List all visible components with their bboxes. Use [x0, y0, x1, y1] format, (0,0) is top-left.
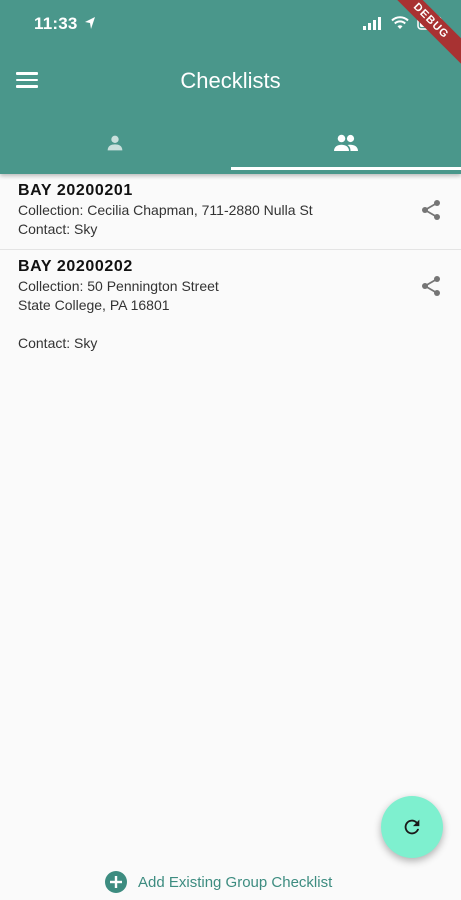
add-circle-icon — [105, 871, 127, 893]
status-bar: 11:33 DEBUG — [0, 0, 461, 70]
person-icon — [107, 135, 123, 151]
tab-bar — [0, 112, 461, 174]
checklist-collection: Collection: 50 Pennington Street — [18, 278, 219, 294]
toolbar: Checklists — [0, 50, 461, 112]
checklist-list: BAY 20200201 Collection: Cecilia Chapman… — [0, 174, 461, 363]
tab-personal[interactable] — [0, 112, 231, 174]
refresh-icon — [404, 819, 420, 835]
tab-group[interactable] — [230, 112, 461, 174]
page-title: Checklists — [180, 68, 281, 93]
tab-indicator — [230, 167, 461, 170]
wifi-icon — [391, 16, 409, 29]
checklist-contact: Contact: Sky — [18, 335, 98, 351]
add-existing-group-checklist-button[interactable]: Add Existing Group Checklist — [104, 870, 332, 894]
group-icon — [333, 134, 358, 151]
share-icon[interactable] — [419, 198, 443, 222]
status-time: 11:33 — [34, 14, 78, 33]
location-arrow-icon — [85, 17, 95, 29]
checklist-collection: Collection: Cecilia Chapman, 711-2880 Nu… — [18, 202, 313, 218]
add-existing-label: Add Existing Group Checklist — [138, 873, 333, 891]
checklist-item[interactable]: BAY 20200202 Collection: 50 Pennington S… — [0, 250, 461, 363]
signal-icon — [363, 17, 381, 30]
checklist-item[interactable]: BAY 20200201 Collection: Cecilia Chapman… — [0, 174, 461, 250]
checklist-contact: Contact: Sky — [18, 221, 98, 237]
checklist-collection-line2: State College, PA 16801 — [18, 297, 170, 313]
checklist-title: BAY 20200202 — [18, 258, 133, 275]
share-icon[interactable] — [419, 274, 443, 298]
refresh-button[interactable] — [381, 796, 443, 858]
checklist-title: BAY 20200201 — [18, 182, 133, 199]
app-bar: 11:33 DEBUG Checklists — [0, 0, 461, 174]
